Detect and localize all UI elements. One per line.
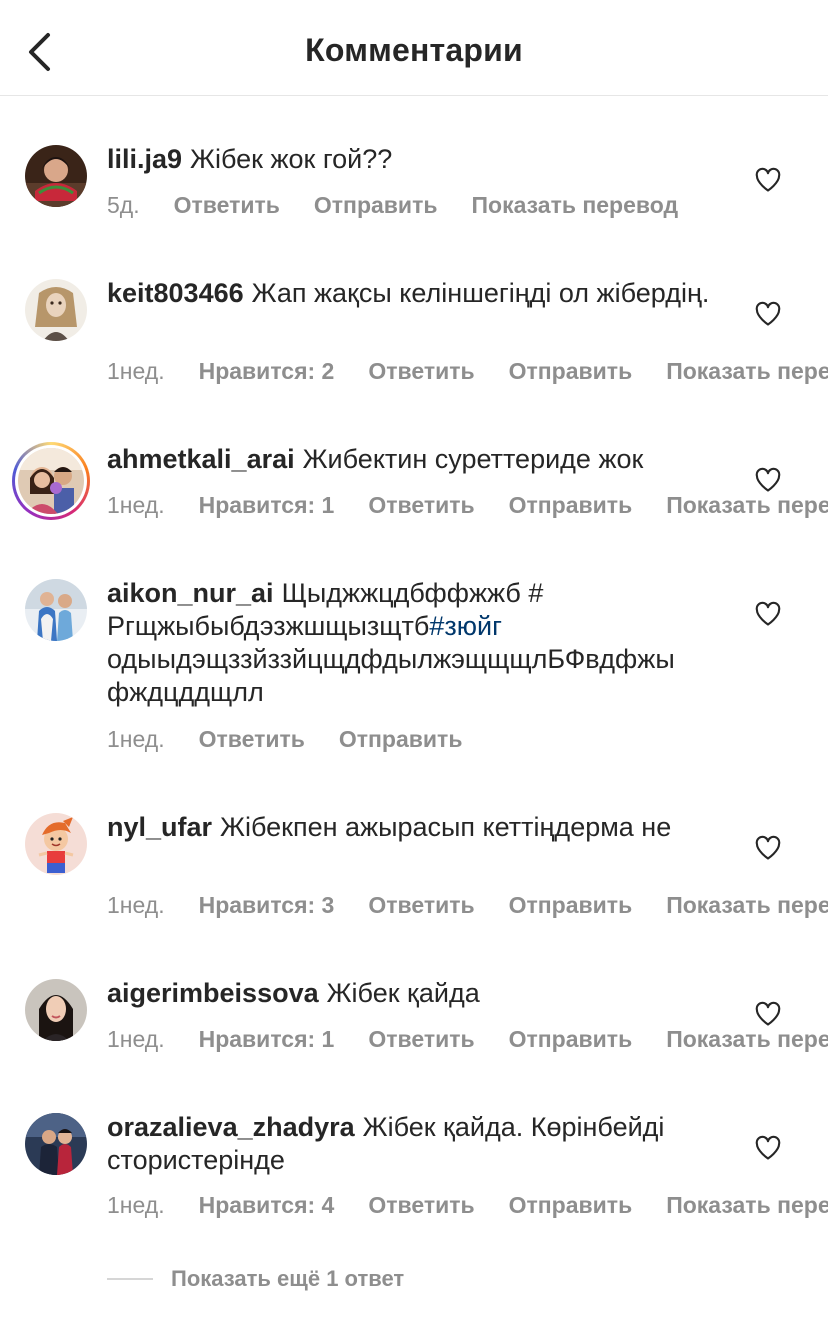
send-button[interactable]: Отправить xyxy=(509,1192,633,1219)
comment-text: lili.ja9 Жібек жок гой?? xyxy=(107,143,747,176)
reply-button[interactable]: Ответить xyxy=(368,1026,474,1053)
translate-button[interactable]: Показать перевод xyxy=(666,1192,828,1219)
reply-button[interactable]: Ответить xyxy=(368,492,474,519)
send-button[interactable]: Отправить xyxy=(509,892,633,919)
avatar-story-ring[interactable] xyxy=(12,442,90,520)
comment-body-continued: одыыдэщззйззйцщдфдылжэщщщлБФвдфжы фждцдд… xyxy=(107,644,675,707)
comment-time: 5д. xyxy=(107,192,140,218)
translate-button[interactable]: Показать перевод xyxy=(666,492,828,519)
comment-text: nyl_ufar Жібекпен ажырасып кеттіңдерма не xyxy=(107,811,747,844)
translate-button[interactable]: Показать перевод xyxy=(666,358,828,385)
replies-divider xyxy=(107,1278,153,1280)
comment-body: Жібек жок гой?? xyxy=(190,144,393,174)
page-title: Комментарии xyxy=(305,32,523,68)
send-button[interactable]: Отправить xyxy=(509,492,633,519)
comment-body: Жап жақсы келіншегіңді ол жібердің. xyxy=(251,278,710,308)
comment-time: 1нед. xyxy=(107,892,165,918)
comment-body: Жібекпен ажырасып кеттіңдерма не xyxy=(220,812,672,842)
translate-button[interactable]: Показать перевод xyxy=(471,192,678,219)
show-more-replies-label: Показать ещё 1 ответ xyxy=(171,1266,405,1291)
comment-text: keit803466 Жап жақсы келіншегіңді ол жібе… xyxy=(107,277,747,310)
comment-time: 1нед. xyxy=(107,1192,165,1218)
reply-button[interactable]: Ответить xyxy=(368,1192,474,1219)
heart-outline-icon[interactable] xyxy=(754,466,782,494)
comment-meta: 1нед. Нравится: 2 Ответить Отправить Показат… xyxy=(107,358,828,392)
heart-outline-icon[interactable] xyxy=(754,166,782,194)
heart-outline-icon[interactable] xyxy=(754,600,782,628)
reply-button[interactable]: Ответить xyxy=(174,192,280,219)
comment-text: aigerimbeissova Жібек қайда xyxy=(107,977,747,1010)
show-more-replies[interactable]: Показать ещё 1 ответ xyxy=(107,1264,404,1294)
comment-meta: 1нед. Нравится: 1 Ответить Отправить Показат… xyxy=(107,1026,828,1060)
reply-button[interactable]: Ответить xyxy=(199,726,305,753)
comment-time: 1нед. xyxy=(107,1026,165,1052)
avatar[interactable] xyxy=(25,145,87,207)
comment-meta: 1нед. Ответить Отправить xyxy=(107,726,828,760)
translate-button[interactable]: Показать перевод xyxy=(666,1026,828,1053)
likes-count[interactable]: Нравится: 4 xyxy=(199,1192,335,1219)
send-button[interactable]: Отправить xyxy=(339,726,463,753)
comment-username[interactable]: aigerimbeissova xyxy=(107,978,319,1008)
comment-meta: 1нед. Нравится: 4 Ответить Отправить Показат… xyxy=(107,1192,828,1226)
header: Комментарии xyxy=(0,0,828,96)
comment-text: orazalieva_zhadyra Жібек қайда. Көрінбейд… xyxy=(107,1111,747,1177)
reply-button[interactable]: Ответить xyxy=(368,892,474,919)
avatar[interactable] xyxy=(25,979,87,1041)
hashtag-link[interactable]: #зюйг xyxy=(429,611,502,641)
comment-time: 1нед. xyxy=(107,492,165,518)
comment-username[interactable]: orazalieva_zhadyra xyxy=(107,1112,355,1142)
likes-count[interactable]: Нравится: 1 xyxy=(199,1026,335,1053)
comment-body: Жібек қайда xyxy=(326,978,480,1008)
comment-body: Жибектин суреттериде жок xyxy=(302,444,644,474)
comment-meta: 5д. Ответить Отправить Показать перевод xyxy=(107,192,828,226)
avatar[interactable] xyxy=(25,279,87,341)
comment-text: aikon_nur_ai Щыджжцдбффжжб # Ргщжыбыбдэзж… xyxy=(107,577,747,709)
heart-outline-icon[interactable] xyxy=(754,834,782,862)
send-button[interactable]: Отправить xyxy=(314,192,438,219)
comment-time: 1нед. xyxy=(107,726,165,752)
likes-count[interactable]: Нравится: 1 xyxy=(199,492,335,519)
send-button[interactable]: Отправить xyxy=(509,358,633,385)
comment-time: 1нед. xyxy=(107,358,165,384)
likes-count[interactable]: Нравится: 2 xyxy=(199,358,335,385)
avatar[interactable] xyxy=(25,579,87,641)
comment-meta: 1нед. Нравится: 3 Ответить Отправить Показат… xyxy=(107,892,828,926)
likes-count[interactable]: Нравится: 3 xyxy=(199,892,335,919)
translate-button[interactable]: Показать перевод xyxy=(666,892,828,919)
avatar[interactable] xyxy=(25,813,87,875)
comment-username[interactable]: aikon_nur_ai xyxy=(107,578,274,608)
send-button[interactable]: Отправить xyxy=(509,1026,633,1053)
comment-username[interactable]: nyl_ufar xyxy=(107,812,212,842)
comment-username[interactable]: lili.ja9 xyxy=(107,144,182,174)
heart-outline-icon[interactable] xyxy=(754,1134,782,1162)
avatar[interactable] xyxy=(25,1113,87,1175)
comment-username[interactable]: ahmetkali_arai xyxy=(107,444,295,474)
comment-username[interactable]: keit803466 xyxy=(107,278,244,308)
heart-outline-icon[interactable] xyxy=(754,1000,782,1028)
comment-meta: 1нед. Нравится: 1 Ответить Отправить Показат… xyxy=(107,492,828,526)
heart-outline-icon[interactable] xyxy=(754,300,782,328)
comment-text: ahmetkali_arai Жибектин суреттериде жок xyxy=(107,443,747,476)
reply-button[interactable]: Ответить xyxy=(368,358,474,385)
